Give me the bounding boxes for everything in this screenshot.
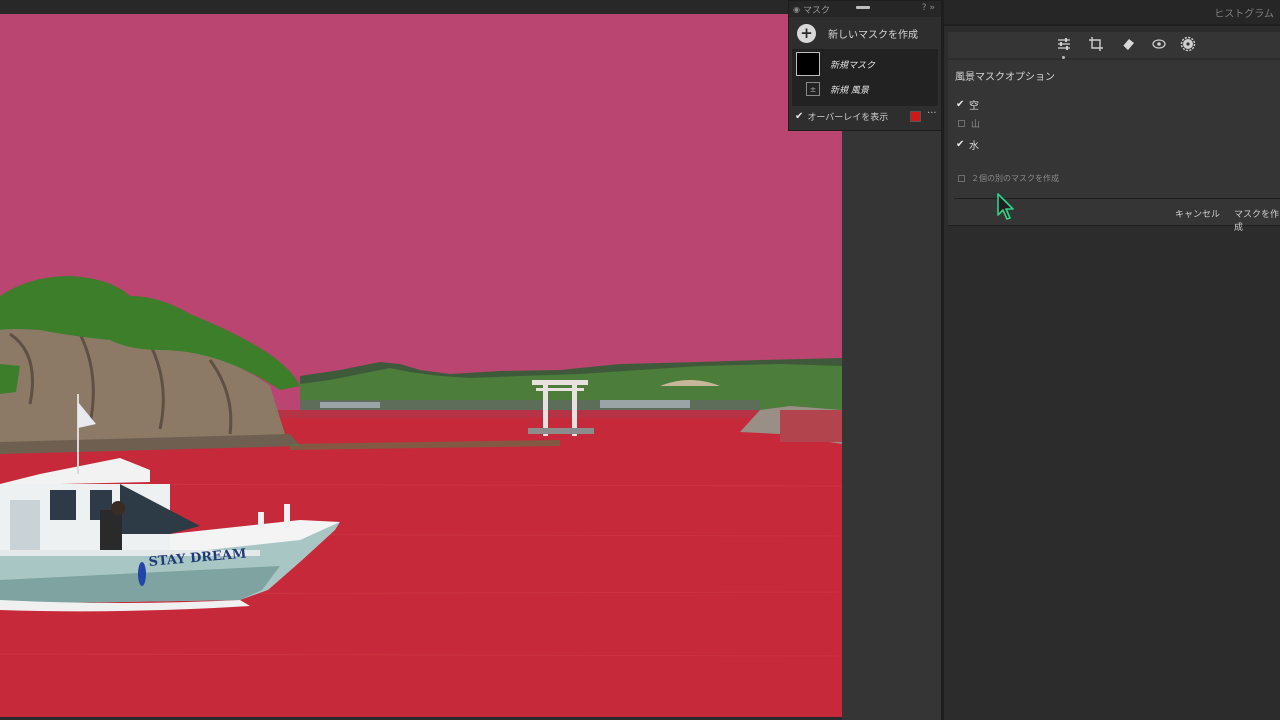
drag-handle[interactable] bbox=[856, 6, 870, 9]
option-label: ２個の別のマスクを作成 bbox=[971, 174, 1059, 183]
crop-icon[interactable] bbox=[1088, 36, 1104, 52]
mask-panel-title: マスク bbox=[802, 5, 830, 16]
overlay-label: オーバーレイを表示 bbox=[807, 113, 889, 123]
option-label: 空 bbox=[969, 101, 979, 112]
mask-item-label: 新規 風景 bbox=[830, 85, 869, 96]
histogram-title: ヒストグラム bbox=[1214, 8, 1274, 20]
photo-scene: STAY DREAM bbox=[0, 14, 842, 717]
right-panel: ヒストグラム 風景マスクオプション ✔ 空 山 ✔ 水 ２個の別のマスクを作成 … bbox=[944, 0, 1280, 720]
cancel-button[interactable]: キャンセル bbox=[1175, 207, 1220, 220]
option-mountain[interactable]: 山 bbox=[956, 117, 980, 130]
canvas-top-bar bbox=[0, 0, 842, 14]
water-checkbox[interactable]: ✔ bbox=[956, 139, 965, 150]
tool-strip bbox=[948, 32, 1280, 59]
panel-buttons: ?» bbox=[922, 3, 938, 13]
mask-list: 新規マスク ± 新規 風景 bbox=[792, 49, 938, 106]
create-mask-button[interactable]: マスクを作成 bbox=[1234, 207, 1280, 233]
redeye-icon[interactable] bbox=[1151, 36, 1167, 52]
mask-panel: ◉ マスク ?» + 新しいマスクを作成 新規マスク ± 新規 風景 ✔ オーバ… bbox=[788, 0, 942, 131]
landscape-mask-icon: ± bbox=[806, 82, 820, 96]
option-water[interactable]: ✔ 水 bbox=[956, 137, 979, 152]
mountain-checkbox[interactable] bbox=[958, 120, 965, 127]
sliders-icon[interactable] bbox=[1056, 36, 1072, 52]
sky-checkbox[interactable]: ✔ bbox=[956, 99, 965, 110]
overlay-color-swatch[interactable] bbox=[910, 111, 921, 122]
mask-panel-titlebar[interactable]: ◉ マスク ?» bbox=[789, 1, 941, 17]
option-separate-masks[interactable]: ２個の別のマスクを作成 bbox=[956, 173, 1059, 184]
eye-icon[interactable]: ◉ bbox=[793, 5, 800, 14]
photo-canvas[interactable]: STAY DREAM bbox=[0, 14, 842, 717]
mask-item-new[interactable]: 新規マスク bbox=[796, 52, 875, 76]
option-sky[interactable]: ✔ 空 bbox=[956, 97, 979, 112]
expand-icon[interactable]: » bbox=[929, 3, 938, 13]
histogram-header[interactable]: ヒストグラム bbox=[944, 0, 1280, 26]
separate-masks-checkbox[interactable] bbox=[958, 175, 965, 182]
option-label: 山 bbox=[971, 120, 981, 130]
mask-thumbnail bbox=[796, 52, 820, 76]
plus-icon[interactable]: + bbox=[797, 23, 816, 43]
options-title: 風景マスクオプション bbox=[955, 72, 1055, 83]
gear-icon[interactable] bbox=[1180, 36, 1196, 52]
show-overlay-row[interactable]: ✔ オーバーレイを表示 ··· bbox=[789, 106, 941, 127]
mask-item-landscape[interactable]: ± 新規 風景 bbox=[796, 82, 869, 96]
option-label: 水 bbox=[969, 141, 979, 152]
overlay-checkbox[interactable]: ✔ bbox=[795, 111, 803, 122]
more-options-icon[interactable]: ··· bbox=[927, 108, 937, 119]
new-mask-label: 新しいマスクを作成 bbox=[828, 29, 918, 41]
eraser-icon[interactable] bbox=[1120, 36, 1136, 52]
mouse-cursor-icon bbox=[997, 193, 1014, 220]
active-tool-indicator bbox=[1062, 56, 1065, 59]
mask-item-label: 新規マスク bbox=[830, 60, 876, 71]
new-mask-button[interactable]: + 新しいマスクを作成 bbox=[789, 17, 941, 49]
